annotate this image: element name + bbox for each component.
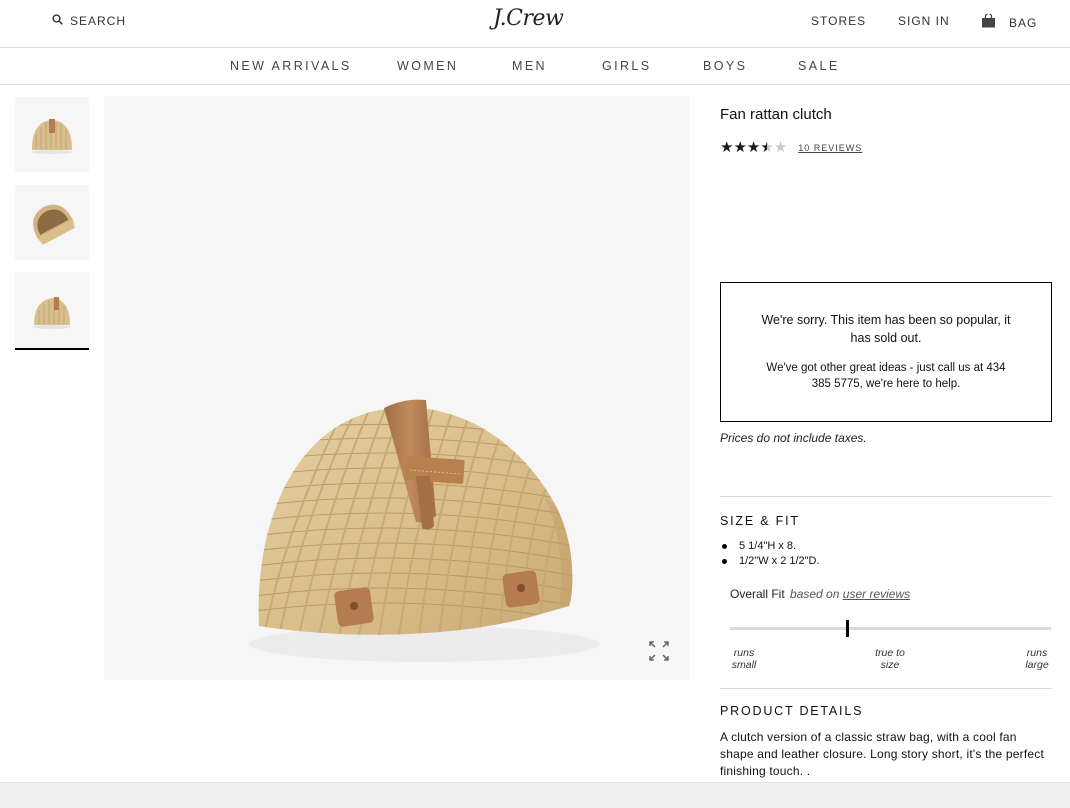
product-details-text: A clutch version of a classic straw bag,… bbox=[720, 730, 1045, 778]
fit-label-runs-small: runs small bbox=[730, 647, 758, 671]
expand-image-button[interactable] bbox=[640, 632, 678, 670]
sold-out-notice: We're sorry. This item has been so popul… bbox=[720, 282, 1052, 422]
search-button[interactable]: SEARCH bbox=[52, 14, 126, 28]
fit-label-line: size bbox=[880, 659, 900, 671]
fit-label-line: runs bbox=[1026, 647, 1048, 659]
sold-out-contact: We've got other great ideas - just call … bbox=[766, 362, 1006, 390]
nav-sale[interactable]: SALE bbox=[798, 59, 840, 73]
sold-out-message: We're sorry. This item has been so popul… bbox=[761, 313, 1011, 345]
nav-new-arrivals[interactable]: NEW ARRIVALS bbox=[230, 59, 352, 73]
size-fit-item: 5 1/4"H x 8. bbox=[720, 539, 820, 554]
nav-girls[interactable]: GIRLS bbox=[602, 59, 652, 73]
star-icon: ★ bbox=[746, 139, 761, 156]
overall-fit-line: Overall Fit based on user reviews bbox=[730, 587, 910, 601]
star-icon: ★ bbox=[773, 139, 788, 156]
user-reviews-link[interactable]: user reviews bbox=[843, 587, 910, 601]
reviews-link[interactable]: 10 REVIEWS bbox=[798, 143, 862, 153]
fit-label-runs-large: runs large bbox=[1022, 647, 1052, 671]
rating-stars: ★★★★★ bbox=[720, 139, 787, 157]
divider bbox=[720, 688, 1052, 689]
fit-label-line: large bbox=[1025, 659, 1049, 671]
size-fit-heading: SIZE & FIT bbox=[720, 514, 800, 528]
star-icon: ★ bbox=[733, 139, 747, 156]
sign-in-link[interactable]: SIGN IN bbox=[898, 14, 950, 28]
top-bar: SEARCH J.Crew STORES SIGN IN BAG bbox=[0, 0, 1070, 48]
search-label: SEARCH bbox=[70, 14, 127, 28]
size-fit-item: 1/2"W x 2 1/2"D. bbox=[720, 554, 820, 569]
product-title: Fan rattan clutch bbox=[720, 106, 832, 123]
thumbnail-2[interactable] bbox=[15, 185, 89, 260]
product-thumbnail-image bbox=[32, 118, 72, 154]
nav-women[interactable]: WOMEN bbox=[397, 59, 458, 73]
nav-boys[interactable]: BOYS bbox=[703, 59, 747, 73]
search-icon bbox=[52, 14, 63, 28]
jcrew-logo[interactable]: J.Crew bbox=[493, 6, 564, 31]
stores-link[interactable]: STORES bbox=[811, 14, 866, 28]
fit-label-line: small bbox=[731, 659, 757, 671]
based-on-text: based on bbox=[790, 587, 840, 601]
size-fit-list: 5 1/4"H x 8. 1/2"W x 2 1/2"D. bbox=[720, 539, 820, 569]
fit-label-true-to-size: true to size bbox=[866, 647, 914, 671]
divider bbox=[720, 496, 1052, 497]
footer-strip bbox=[0, 782, 1070, 808]
fit-scale-marker bbox=[846, 620, 849, 637]
product-main-image[interactable] bbox=[104, 96, 689, 680]
thumbnail-1[interactable] bbox=[15, 97, 89, 172]
main-nav: NEW ARRIVALS WOMEN MEN GIRLS BOYS SALE bbox=[0, 48, 1070, 85]
nav-men[interactable]: MEN bbox=[512, 59, 547, 73]
bag-label: BAG bbox=[1009, 15, 1038, 30]
product-details-heading: PRODUCT DETAILS bbox=[720, 704, 864, 718]
star-icon: ★ bbox=[760, 139, 774, 156]
product-thumbnail-image bbox=[33, 297, 71, 329]
product-rating: ★★★★★ 10 REVIEWS bbox=[720, 139, 862, 157]
rattan-clutch-image bbox=[249, 399, 599, 662]
taxes-note: Prices do not include taxes. bbox=[720, 431, 867, 445]
thumbnail-3[interactable] bbox=[15, 272, 89, 350]
bag-icon bbox=[981, 12, 996, 31]
bag-button[interactable]: BAG bbox=[981, 12, 1038, 31]
overall-fit-label: Overall Fit bbox=[730, 587, 785, 601]
fit-label-line: true to bbox=[875, 647, 905, 659]
product-thumbnail-image bbox=[33, 204, 75, 245]
fit-label-line: runs bbox=[733, 647, 755, 659]
fit-scale-track bbox=[730, 627, 1051, 630]
expand-icon bbox=[649, 641, 669, 661]
star-icon: ★ bbox=[720, 139, 734, 156]
